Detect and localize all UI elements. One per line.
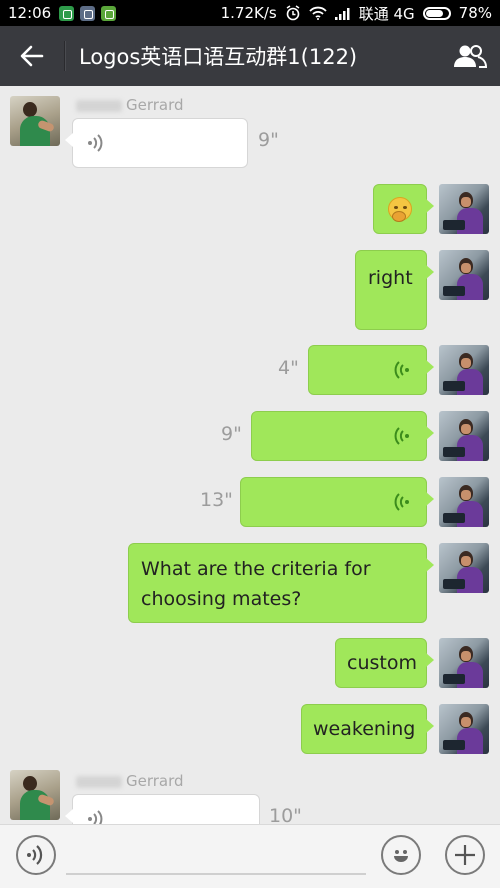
voice-input-icon [27, 845, 43, 865]
my-avatar[interactable] [439, 638, 489, 688]
battery-percent: 78% [458, 4, 492, 22]
message-text: custom [347, 652, 417, 674]
voice-message-bubble[interactable] [308, 345, 434, 395]
chat-header: Logos英语口语互动群1(122) [0, 26, 500, 86]
voice-wave-icon [394, 493, 409, 511]
my-avatar[interactable] [439, 704, 489, 754]
smiley-icon [394, 850, 408, 862]
voice-message-bubble[interactable] [240, 477, 434, 527]
my-avatar[interactable] [439, 477, 489, 527]
voice-input-button[interactable] [16, 835, 56, 875]
message-input[interactable] [66, 873, 366, 875]
download-notification-icon [101, 5, 117, 21]
battery-icon [422, 6, 451, 20]
my-avatar[interactable] [439, 345, 489, 395]
status-bar: 12:06 1.72K/s 联通 4G 78% [0, 0, 500, 26]
message-line: choosing mates? [141, 588, 302, 610]
voice-duration: 9" [221, 423, 242, 445]
signal-icon [334, 7, 350, 20]
back-button[interactable] [0, 26, 64, 86]
voice-wave-icon [394, 361, 409, 379]
text-message-bubble[interactable]: What are the criteria for choosing mates… [128, 543, 434, 624]
text-message-bubble[interactable]: custom [335, 638, 434, 688]
page-title: Logos英语口语互动群1(122) [79, 45, 358, 69]
app-notification-icon [80, 5, 96, 21]
text-message-bubble[interactable]: right [355, 250, 434, 330]
thinking-face-icon [388, 197, 412, 222]
text-message-bubble[interactable]: weakening [301, 704, 434, 754]
voice-message-bubble[interactable] [65, 794, 260, 824]
voice-duration: 10" [269, 805, 302, 824]
emoji-button[interactable] [381, 835, 421, 875]
input-bar [0, 824, 500, 888]
voice-wave-icon [394, 427, 409, 445]
sender-name: Gerrard [76, 772, 184, 790]
voice-message-bubble[interactable] [65, 118, 248, 168]
emoji-message-bubble[interactable] [373, 184, 434, 234]
my-avatar[interactable] [439, 250, 489, 300]
avatar[interactable] [10, 96, 60, 146]
wifi-icon [309, 6, 327, 20]
sender-name: Gerrard [76, 96, 184, 114]
more-options-button[interactable] [445, 835, 485, 875]
message-text: What are the criteria for choosing mates… [129, 544, 426, 624]
arrow-left-icon [20, 45, 44, 67]
status-time: 12:06 [8, 4, 52, 22]
shield-notification-icon [59, 5, 75, 21]
carrier-label: 联通 4G [358, 4, 415, 23]
my-avatar[interactable] [439, 543, 489, 593]
avatar[interactable] [10, 770, 60, 820]
network-speed: 1.72K/s [220, 4, 277, 22]
voice-duration: 13" [200, 489, 233, 511]
my-avatar[interactable] [439, 184, 489, 234]
message-text: right [368, 267, 413, 289]
my-avatar[interactable] [439, 411, 489, 461]
message-line: What are the criteria for [141, 558, 371, 580]
header-divider [64, 41, 65, 71]
voice-wave-icon [88, 134, 103, 152]
voice-duration: 4" [278, 357, 299, 379]
group-members-button[interactable] [440, 26, 500, 86]
message-text: weakening [313, 718, 416, 740]
voice-message-bubble[interactable] [251, 411, 434, 461]
plus-icon [455, 845, 475, 865]
alarm-icon [286, 5, 300, 21]
voice-duration: 9" [258, 129, 279, 151]
group-members-icon [454, 45, 487, 68]
chat-area[interactable]: Gerrard 9" right 4" 9" 13" What are the … [0, 86, 500, 824]
voice-wave-icon [88, 810, 103, 824]
